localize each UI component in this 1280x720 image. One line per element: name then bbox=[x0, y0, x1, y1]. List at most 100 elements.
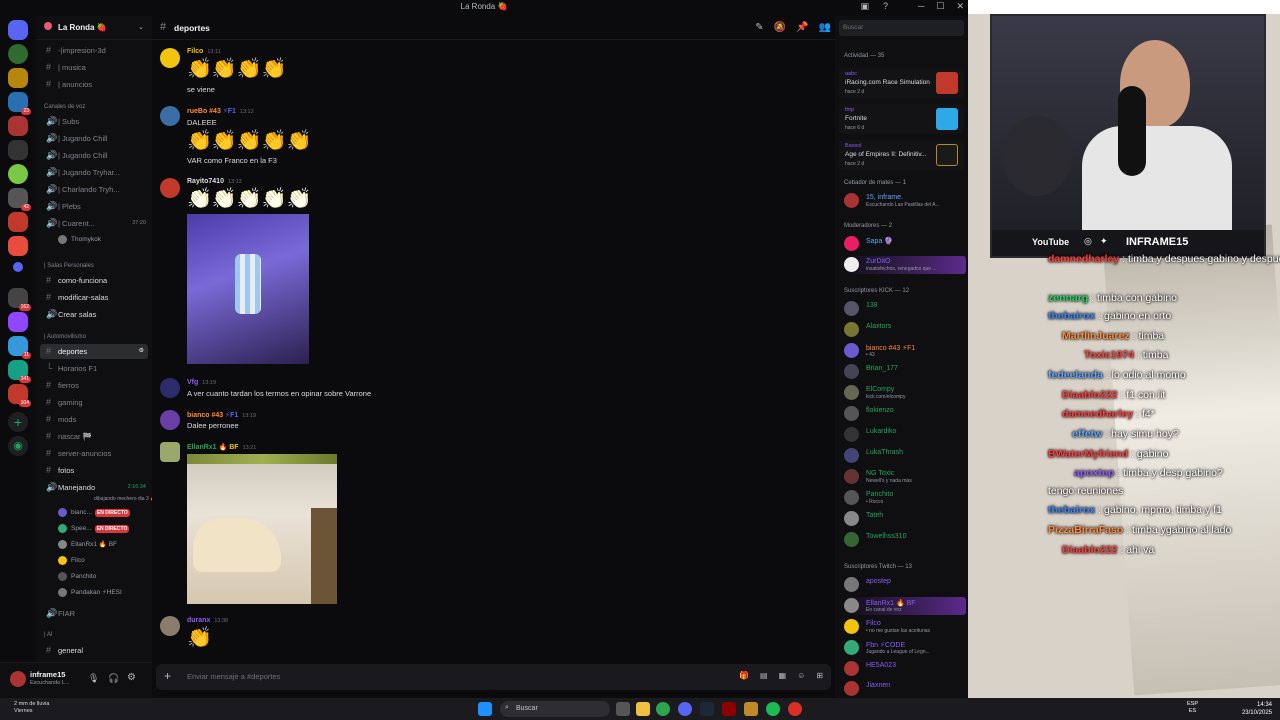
channel-item[interactable]: # | anuncios bbox=[36, 77, 152, 92]
obs-icon[interactable] bbox=[788, 702, 802, 716]
voice-channel[interactable]: 🔊 FIAR bbox=[36, 606, 152, 621]
member-item[interactable]: flokienzo bbox=[844, 405, 966, 423]
home-button[interactable] bbox=[8, 20, 28, 40]
guild-header[interactable]: La Ronda 🍓 ⌄ bbox=[36, 16, 152, 40]
server-icon[interactable] bbox=[8, 212, 28, 232]
member-item[interactable]: ElCompy kick.com/elcompy bbox=[844, 384, 966, 402]
voice-channel[interactable]: 🔊 | Jugando Chill bbox=[36, 131, 152, 146]
clock[interactable]: 14:34 23/10/2025 bbox=[1242, 701, 1272, 717]
server-icon[interactable] bbox=[8, 164, 28, 184]
member-item[interactable]: Brian_177 bbox=[844, 363, 966, 381]
member-item[interactable]: Tateh bbox=[844, 510, 966, 528]
pin-icon[interactable]: 📌 bbox=[796, 22, 808, 33]
emoji-icon[interactable]: ☺ bbox=[797, 671, 805, 680]
server-icon[interactable] bbox=[8, 140, 28, 160]
mic-icon[interactable]: 🎙 bbox=[88, 673, 99, 684]
channel-item[interactable]: # -|impresion-3d bbox=[36, 43, 152, 58]
add-server-icon[interactable]: + bbox=[8, 412, 28, 432]
message-author[interactable]: EllanRx1 🔥 BF 13:21 bbox=[187, 443, 256, 451]
file-explorer-icon[interactable] bbox=[636, 702, 650, 716]
thread-item[interactable]: └ Horarios F1 bbox=[36, 361, 152, 376]
member-item[interactable]: Lukardiko bbox=[844, 426, 966, 444]
message-author[interactable]: rueBo #43 ⚡F1 13:12 bbox=[187, 107, 254, 115]
channel-item-deportes[interactable]: # deportes ⚙ bbox=[40, 344, 148, 359]
notifications-icon[interactable]: 🔕 bbox=[774, 22, 786, 33]
search-input[interactable]: Buscar bbox=[839, 20, 964, 36]
steam-icon[interactable] bbox=[700, 702, 714, 716]
member-item[interactable]: ZurDitO insatisfechos, renegados que ... bbox=[844, 256, 966, 274]
voice-user[interactable]: Pandakan ⚡HESI bbox=[58, 588, 122, 601]
member-item[interactable]: Sapa 🔮 bbox=[844, 235, 966, 253]
voice-channel[interactable]: 🔊 | Cuarent... 37:20 bbox=[36, 216, 152, 231]
category-automovilismo[interactable]: | Automovilismo bbox=[44, 334, 86, 340]
message-author[interactable]: Vfg 13:19 bbox=[187, 379, 216, 386]
explore-icon[interactable]: ◉ bbox=[8, 436, 28, 456]
voice-user[interactable]: Thomykok bbox=[58, 235, 101, 248]
message-video[interactable] bbox=[187, 454, 337, 604]
message-input[interactable]: Enviar mensaje a #deportes bbox=[187, 672, 280, 681]
activity-card[interactable]: fmp Fortnite hace 6 d bbox=[839, 104, 964, 134]
member-item[interactable]: Alaxtors bbox=[844, 321, 966, 339]
member-item[interactable]: Panchito • Rocco bbox=[844, 489, 966, 507]
voice-user[interactable]: Panchito bbox=[58, 572, 96, 585]
server-icon[interactable] bbox=[8, 236, 28, 256]
task-view-icon[interactable] bbox=[616, 702, 630, 716]
member-item[interactable]: Fbn ⚡CODE Jugando a League of Legn... bbox=[844, 639, 966, 657]
member-item[interactable]: LukaThrash bbox=[844, 447, 966, 465]
channel-item[interactable]: # nascar 🏁 bbox=[36, 429, 152, 444]
upload-plus-icon[interactable]: + bbox=[164, 669, 171, 683]
app-icon[interactable] bbox=[722, 702, 736, 716]
message-author[interactable]: duranx 13:38 bbox=[187, 617, 228, 624]
channel-item[interactable]: # modificar-salas bbox=[36, 290, 152, 305]
channel-item[interactable]: # fotos bbox=[36, 463, 152, 478]
activity-card[interactable]: Baxsol Age of Empires II: Definitiv... h… bbox=[839, 140, 964, 170]
avatar[interactable] bbox=[160, 106, 180, 126]
member-item[interactable]: Filco • no me gustan las aceitunas bbox=[844, 618, 966, 636]
channel-item[interactable]: # | musica bbox=[36, 60, 152, 75]
channel-item[interactable]: # general bbox=[36, 643, 152, 658]
voice-channel[interactable]: 🔊 | Plebs bbox=[36, 199, 152, 214]
member-item[interactable]: 138 bbox=[844, 300, 966, 318]
folder-icon[interactable] bbox=[13, 262, 23, 272]
start-button[interactable] bbox=[478, 702, 492, 716]
member-item[interactable]: EllanRx1 🔥 BF En canal de voz bbox=[844, 597, 966, 615]
members-icon[interactable]: 👥 bbox=[819, 22, 831, 33]
language-indicator[interactable]: ESP ES bbox=[1187, 701, 1198, 715]
voice-user[interactable]: bianc... EN DIRECTO bbox=[58, 508, 130, 521]
member-item[interactable]: Jiaxnen bbox=[844, 680, 966, 698]
voice-user[interactable]: EllanRx1 🔥 BF bbox=[58, 540, 117, 553]
server-icon[interactable] bbox=[8, 44, 28, 64]
inbox-icon[interactable]: ▣ bbox=[860, 1, 869, 12]
server-icon[interactable]: 104 bbox=[8, 384, 31, 407]
channel-item[interactable]: # como-funciona bbox=[36, 273, 152, 288]
message-image[interactable] bbox=[187, 214, 309, 364]
server-icon[interactable] bbox=[8, 68, 28, 88]
avatar[interactable] bbox=[160, 410, 180, 430]
category-salas[interactable]: | Salas Personales bbox=[44, 263, 94, 269]
voice-channel[interactable]: 🔊 Crear salas bbox=[36, 307, 152, 322]
headphones-icon[interactable]: 🎧 bbox=[108, 673, 119, 684]
avatar[interactable] bbox=[160, 616, 180, 636]
edge-icon[interactable] bbox=[656, 702, 670, 716]
member-item[interactable]: bianco #43 ⚡F1 • 43 bbox=[844, 342, 966, 360]
close-button[interactable]: ✕ bbox=[956, 1, 964, 12]
threads-icon[interactable]: ✎ bbox=[755, 22, 763, 33]
help-icon[interactable]: ? bbox=[883, 1, 888, 12]
app-icon[interactable] bbox=[744, 702, 758, 716]
channel-item[interactable]: # gaming bbox=[36, 395, 152, 410]
member-item[interactable]: Towelhss310 bbox=[844, 531, 966, 549]
server-icon[interactable]: 11 bbox=[8, 336, 31, 359]
server-icon[interactable]: 42 bbox=[8, 188, 31, 211]
avatar[interactable] bbox=[160, 378, 180, 398]
avatar[interactable] bbox=[160, 178, 180, 198]
message-author[interactable]: Rayito7410 13:13 bbox=[187, 178, 242, 185]
avatar[interactable] bbox=[160, 442, 180, 462]
member-item[interactable]: HE5A023 bbox=[844, 660, 966, 678]
user-settings-icon[interactable]: ⚙ bbox=[127, 672, 136, 683]
voice-user[interactable]: Filco bbox=[58, 556, 85, 569]
voice-channel[interactable]: 🔊 | Subs bbox=[36, 114, 152, 129]
gif-icon[interactable]: ▤ bbox=[760, 671, 768, 680]
avatar[interactable] bbox=[10, 671, 26, 687]
voice-channel[interactable]: 🔊 | Jugando Tryhar... bbox=[36, 165, 152, 180]
server-icon[interactable]: 341 bbox=[8, 360, 31, 383]
